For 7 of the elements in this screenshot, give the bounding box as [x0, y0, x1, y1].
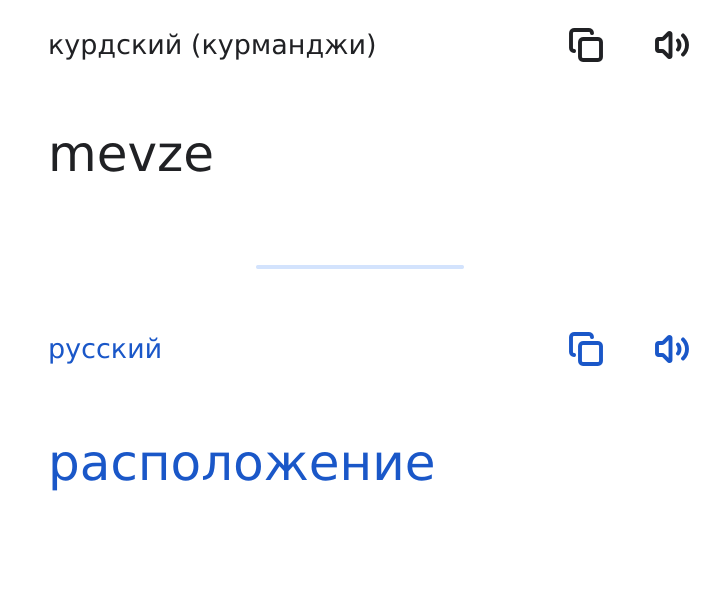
copy-button[interactable] — [568, 27, 604, 63]
drag-handle[interactable] — [256, 265, 464, 269]
language-label[interactable]: курдский (курманджи) — [48, 30, 518, 60]
translation-text: расположение — [48, 434, 436, 492]
language-label[interactable]: русский — [48, 334, 518, 364]
source-text: mevze — [48, 125, 214, 183]
copy-button[interactable] — [568, 331, 604, 367]
